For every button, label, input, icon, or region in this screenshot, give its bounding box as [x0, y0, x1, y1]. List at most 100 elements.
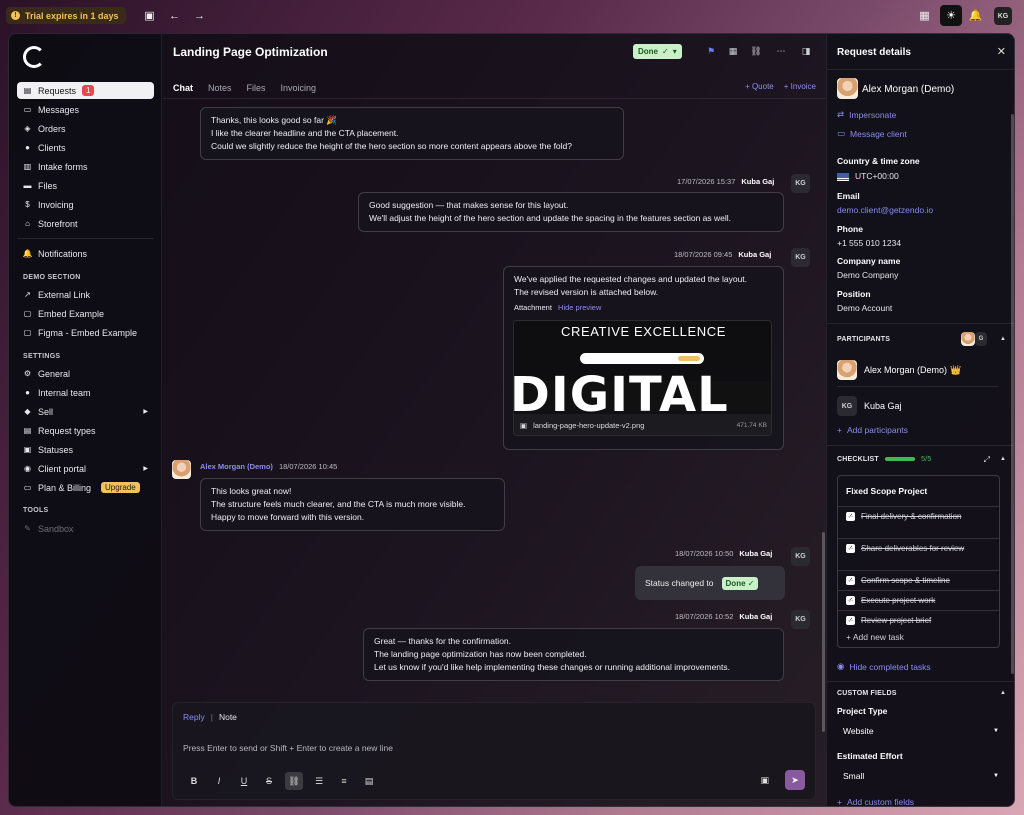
message-line: Thanks, this looks good so far 🎉: [211, 115, 337, 125]
add-custom-fields-button[interactable]: + Add custom fields: [837, 797, 914, 806]
checklist-heading: CHECKLIST: [837, 456, 879, 463]
tab-invoicing[interactable]: Invoicing: [281, 83, 317, 93]
avatar: KG: [791, 610, 810, 629]
attach-file-icon[interactable]: ▣: [760, 775, 769, 786]
top-bar: ! Trial expires in 1 days ▣ ← → ▦ ☀ 🔔 KG: [0, 0, 1024, 32]
sidebar-toggle-icon[interactable]: ▣: [142, 8, 157, 23]
sidebar-item-internal-team[interactable]: ● Internal team: [17, 384, 154, 401]
tab-chat[interactable]: Chat: [173, 83, 193, 93]
checkbox-checked-icon[interactable]: ✓: [846, 576, 855, 585]
checklist-item[interactable]: ✓ Execute project work: [838, 590, 999, 610]
reply-tab[interactable]: Reply: [183, 712, 205, 722]
sidebar-item-requests[interactable]: ▤ Requests 1: [17, 82, 154, 99]
checklist-item[interactable]: ✓ Review project brief: [838, 610, 999, 630]
panel-title: Request details: [837, 47, 911, 58]
participant-row: KG Kuba Gaj: [837, 396, 902, 416]
panel-scrollbar[interactable]: [1011, 114, 1014, 674]
checklist-item[interactable]: ✓ Final delivery & confirmation: [838, 506, 999, 526]
add-participants-button[interactable]: + Add participants: [837, 425, 908, 435]
sidebar-item-external-link[interactable]: ↗ External Link: [17, 286, 154, 303]
close-icon[interactable]: ✕: [997, 45, 1006, 58]
sidebar-item-client-portal[interactable]: ◉ Client portal ▶: [17, 460, 154, 477]
sidebar-item-embed-example[interactable]: ▢ Embed Example: [17, 305, 154, 322]
add-invoice-button[interactable]: + Invoice: [784, 82, 816, 91]
tab-files[interactable]: Files: [247, 83, 266, 93]
sidebar-item-figma-embed[interactable]: ▢ Figma - Embed Example: [17, 324, 154, 341]
sidebar-item-storefront[interactable]: ⌂ Storefront: [17, 215, 154, 232]
link-icon[interactable]: ⛓: [749, 44, 763, 58]
hide-preview-link[interactable]: Hide preview: [558, 303, 601, 312]
checklist-icon[interactable]: ▤: [360, 772, 378, 790]
bullet-list-icon[interactable]: ☰: [310, 772, 328, 790]
impersonate-link[interactable]: ⇄ Impersonate: [837, 109, 896, 120]
checkbox-checked-icon[interactable]: ✓: [846, 596, 855, 605]
sidebar-item-notifications[interactable]: 🔔 Notifications: [17, 245, 154, 262]
add-quote-button[interactable]: + Quote: [745, 82, 774, 91]
message-input[interactable]: Press Enter to send or Shift + Enter to …: [183, 743, 393, 753]
message-client-label: Message client: [850, 128, 907, 139]
bold-icon[interactable]: B: [185, 772, 203, 790]
link-icon[interactable]: ⛓: [285, 772, 303, 790]
checklist-item[interactable]: ✓ Share deliverables for review: [838, 538, 999, 558]
file-size: 471.74 KB: [736, 422, 767, 429]
user-avatar[interactable]: KG: [994, 7, 1012, 25]
message-line: Great — thanks for the confirmation.: [374, 636, 512, 646]
sidebar-item-general[interactable]: ⚙ General: [17, 365, 154, 382]
add-task-button[interactable]: + Add new task: [846, 632, 904, 642]
note-tab[interactable]: Note: [219, 712, 237, 722]
sidebar-item-clients[interactable]: ● Clients: [17, 139, 154, 156]
back-arrow-icon[interactable]: ←: [167, 8, 182, 23]
sidebar-item-files[interactable]: ▬ Files: [17, 177, 154, 194]
upgrade-badge[interactable]: Upgrade: [101, 482, 140, 493]
sidebar-item-messages[interactable]: ▭ Messages: [17, 101, 154, 118]
message-meta: Alex Morgan (Demo) 18/07/2026 10:45: [200, 462, 337, 471]
chevron-up-icon[interactable]: ▲: [1000, 690, 1006, 696]
flag-icon[interactable]: ⚑: [704, 44, 718, 58]
box-icon: ◈: [24, 124, 31, 133]
calendar-icon[interactable]: ▦: [726, 44, 740, 58]
email-value[interactable]: demo.client@getzendo.io: [837, 205, 933, 215]
numbered-list-icon[interactable]: ≡: [335, 772, 353, 790]
message-line: This looks great now!: [211, 486, 292, 496]
sidebar-item-invoicing[interactable]: $ Invoicing: [17, 196, 154, 213]
sidebar-item-orders[interactable]: ◈ Orders: [17, 120, 154, 137]
message-line: The landing page optimization has now be…: [374, 649, 587, 659]
hide-completed-button[interactable]: ◉ Hide completed tasks: [837, 661, 931, 672]
checkbox-checked-icon[interactable]: ✓: [846, 544, 855, 553]
sidebar-item-statuses[interactable]: ▣ Statuses: [17, 441, 154, 458]
effort-select[interactable]: Small ▼: [837, 767, 999, 785]
trial-banner[interactable]: ! Trial expires in 1 days: [6, 7, 126, 24]
sidebar-item-plan-billing[interactable]: ▭ Plan & Billing Upgrade: [17, 479, 154, 496]
tab-notes[interactable]: Notes: [208, 83, 232, 93]
sidebar-item-sell[interactable]: ◆ Sell ▶: [17, 403, 154, 420]
expand-icon[interactable]: ⤢: [984, 455, 990, 465]
italic-icon[interactable]: I: [210, 772, 228, 790]
bell-icon[interactable]: 🔔: [968, 8, 983, 23]
attachment-preview[interactable]: CREATIVE EXCELLENCE DIGITAL ▣ landing-pa…: [513, 320, 772, 436]
sidebar-item-intake-forms[interactable]: ▥ Intake forms: [17, 158, 154, 175]
checklist-item[interactable]: ✓ Confirm scope & timeline: [838, 570, 999, 590]
sun-icon[interactable]: ☀: [940, 5, 962, 26]
more-icon[interactable]: ⋯: [774, 44, 788, 58]
project-type-select[interactable]: Website ▼: [837, 722, 999, 740]
underline-icon[interactable]: U: [235, 772, 253, 790]
chat-scrollbar[interactable]: [822, 532, 825, 732]
grid-icon[interactable]: ▦: [917, 8, 932, 23]
checkbox-checked-icon[interactable]: ✓: [846, 512, 855, 521]
sidebar-item-request-types[interactable]: ▤ Request types: [17, 422, 154, 439]
forward-arrow-icon[interactable]: →: [192, 8, 207, 23]
chevron-up-icon[interactable]: ▲: [1000, 456, 1006, 462]
panel-toggle-icon[interactable]: ◨: [799, 44, 813, 58]
preview-search-button: [678, 356, 700, 361]
logo-icon[interactable]: [23, 46, 45, 68]
status-dropdown[interactable]: Done ✓ ▾: [633, 44, 682, 59]
send-button[interactable]: ➤: [785, 770, 805, 790]
attachment-file-bar: ▣ landing-page-hero-update-v2.png 471.74…: [514, 414, 771, 435]
company-value: Demo Company: [837, 270, 899, 280]
message-client-link[interactable]: ▭ Message client: [837, 128, 907, 139]
sidebar-item-label: Plan & Billing: [38, 482, 92, 493]
checkbox-checked-icon[interactable]: ✓: [846, 616, 855, 625]
strikethrough-icon[interactable]: S: [260, 772, 278, 790]
sidebar-item-sandbox[interactable]: ✎ Sandbox: [17, 520, 154, 537]
chevron-up-icon[interactable]: ▲: [1000, 336, 1006, 342]
